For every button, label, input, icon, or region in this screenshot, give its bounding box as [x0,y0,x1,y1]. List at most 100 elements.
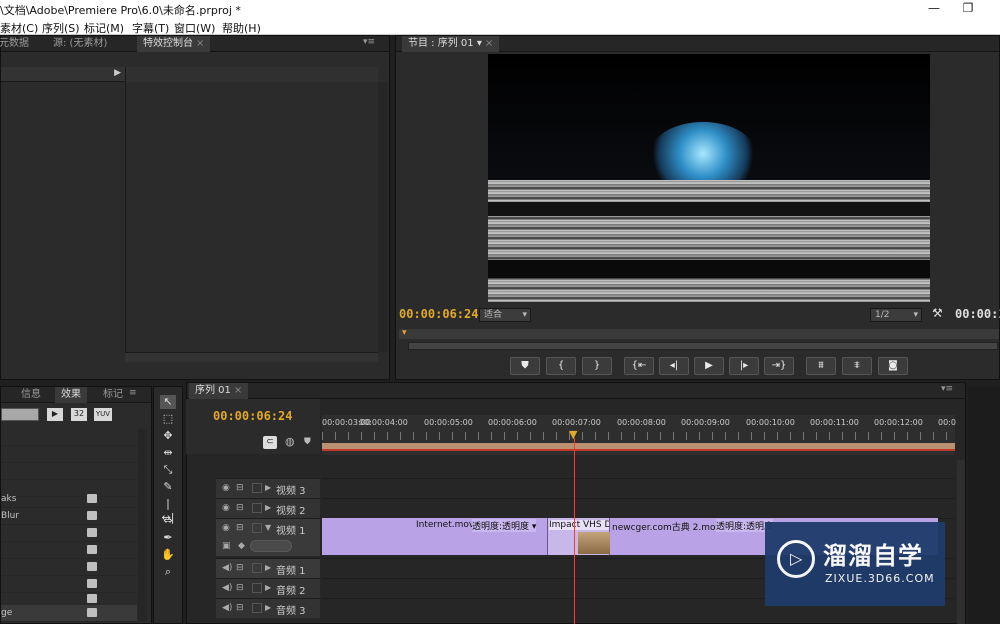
keyframe-nav-control[interactable] [250,540,292,552]
hand-tool-icon[interactable]: ✋ [160,548,176,562]
speaker-icon[interactable]: ◀) [222,603,232,613]
go-to-out-button[interactable]: ⇥} [764,357,794,375]
set-marker-icon[interactable]: ◍ [285,435,295,448]
menu-clip[interactable]: 素材(C) [0,20,38,36]
track-header-video-2[interactable]: ◉ ⊟ ▶ 视频 2 [216,498,320,518]
tab-effect-controls[interactable]: 特效控制台 × [137,36,211,52]
speaker-icon[interactable]: ◀) [222,563,232,573]
marker-button[interactable]: ⛊ [510,357,540,375]
playhead-line[interactable] [574,438,575,624]
horizontal-scrollbar[interactable] [125,352,378,362]
sync-lock-icon[interactable]: ⊟ [236,523,244,533]
sync-lock-icon[interactable]: ⊟ [236,583,244,593]
lock-icon[interactable] [252,483,262,493]
program-timecode[interactable]: 00:00:06:24 [399,307,478,321]
add-marker-icon[interactable]: ⛊ [304,437,311,447]
rolling-edit-tool-icon[interactable]: ⇹ [160,446,176,460]
menu-marker[interactable]: 标记(M) [84,20,124,36]
step-forward-button[interactable]: |▸ [729,357,759,375]
in-point-button[interactable]: { [546,357,576,375]
list-item[interactable]: aks [1,491,137,508]
track-lane-video-2[interactable] [322,498,955,518]
clip-impact-vhs[interactable]: Impact VHS Da [548,518,618,555]
work-area-bar[interactable] [322,443,955,451]
tab-effects[interactable]: 效果 [55,387,87,403]
zoom-tool-icon[interactable]: ⌕ [160,565,176,579]
track-lane-video-3[interactable] [322,478,955,498]
tab-markers[interactable]: 标记 [97,387,129,403]
slide-tool-icon[interactable]: ⇔ [160,514,176,528]
resolution-dropdown[interactable]: 1/2 ▾ [870,308,922,322]
timeline-timecode[interactable]: 00:00:06:24 [213,409,292,423]
track-header-video-3[interactable]: ◉ ⊟ ▶ 视频 3 [216,478,320,498]
list-item[interactable] [1,429,137,446]
menu-window[interactable]: 窗口(W) [174,20,215,36]
minimize-button[interactable]: — [920,0,948,18]
track-header-video-1[interactable]: ◉ ⊟ ▼ 视频 1 ▣ ◆ [216,518,320,556]
close-icon[interactable]: × [485,38,493,49]
expand-arrow-icon[interactable]: ▶ [114,68,121,78]
list-item[interactable] [1,559,137,576]
sync-lock-icon[interactable]: ⊟ [236,483,244,493]
collapse-track-icon[interactable]: ▼ [265,523,271,532]
tab-program[interactable]: 节目 : 序列 01 ▾ × [402,36,500,52]
expand-track-icon[interactable]: ▶ [265,583,271,592]
lift-button[interactable]: ⩩ [806,357,836,375]
lock-icon[interactable] [252,523,262,533]
razor-tool-icon[interactable]: ✎ [160,480,176,494]
playhead-marker-icon[interactable]: ▾ [402,328,407,338]
sync-lock-icon[interactable]: ⊟ [236,563,244,573]
track-header-audio-2[interactable]: ◀) ⊟ ▶ 音频 2 [216,578,320,598]
expand-track-icon[interactable]: ▶ [265,503,271,512]
list-item[interactable] [1,525,137,542]
list-item[interactable]: Blur [1,508,137,525]
track-header-audio-1[interactable]: ◀) ⊟ ▶ 音频 1 [216,558,320,578]
32bit-effects-icon[interactable]: 32 [71,408,87,421]
panel-menu-icon[interactable]: ▾≡ [363,37,375,47]
list-item[interactable]: ge [1,605,137,622]
tab-metadata[interactable]: 元数据 [0,36,35,52]
clip-effect-dropdown[interactable]: 透明度:透明度 ▾ [472,519,537,532]
menu-title[interactable]: 字幕(T) [132,20,169,36]
out-point-button[interactable]: } [582,357,612,375]
export-frame-button[interactable]: ◙ [878,357,908,375]
step-back-button[interactable]: ◂| [659,357,689,375]
clip-internet[interactable]: Internet.mov 透明度:透明度 ▾ [322,518,548,555]
slip-tool-icon[interactable]: |↔| [160,497,176,524]
expand-track-icon[interactable]: ▶ [265,563,271,572]
effects-search-input[interactable] [1,408,39,421]
pen-tool-icon[interactable]: ✒ [160,531,176,545]
restore-button[interactable]: ❐ [954,0,982,18]
panel-menu-icon[interactable]: ▾≡ [941,384,953,394]
list-item[interactable] [1,463,137,480]
track-header-audio-3[interactable]: ◀) ⊟ ▶ 音频 3 [216,598,320,618]
list-item[interactable] [1,446,137,463]
fit-dropdown[interactable]: 适合 ▾ [479,308,531,322]
lock-icon[interactable] [252,603,262,613]
program-video-frame[interactable] [488,54,930,302]
timeline-vertical-scrollbar[interactable] [957,460,965,624]
extract-button[interactable]: ⩨ [842,357,872,375]
wrench-icon[interactable]: ⚒ [932,306,943,320]
eye-icon[interactable]: ◉ [222,483,230,493]
expand-track-icon[interactable]: ▶ [265,483,271,492]
close-icon[interactable]: × [196,38,204,49]
vertical-scrollbar[interactable] [378,82,388,352]
zoom-scrollbar[interactable] [408,342,998,350]
ripple-edit-tool-icon[interactable]: ✥ [160,429,176,443]
list-item[interactable] [1,542,137,559]
close-icon[interactable]: × [234,385,242,396]
play-button[interactable]: ▶ [694,357,724,375]
expand-track-icon[interactable]: ▶ [265,603,271,612]
program-time-ruler[interactable]: ▾ [399,328,999,339]
eye-icon[interactable]: ◉ [222,523,230,533]
yuv-effects-icon[interactable]: YUV [94,408,112,421]
sync-lock-icon[interactable]: ⊟ [236,603,244,613]
keyframe-icon[interactable]: ◆ [238,541,245,551]
menu-help[interactable]: 帮助(H) [222,20,261,36]
lock-icon[interactable] [252,503,262,513]
display-style-icon[interactable]: ▣ [222,541,231,551]
snap-icon[interactable]: ⊂ [263,436,277,449]
tab-sequence[interactable]: 序列 01 × [189,383,249,399]
tab-info[interactable]: 信息 [15,387,47,403]
